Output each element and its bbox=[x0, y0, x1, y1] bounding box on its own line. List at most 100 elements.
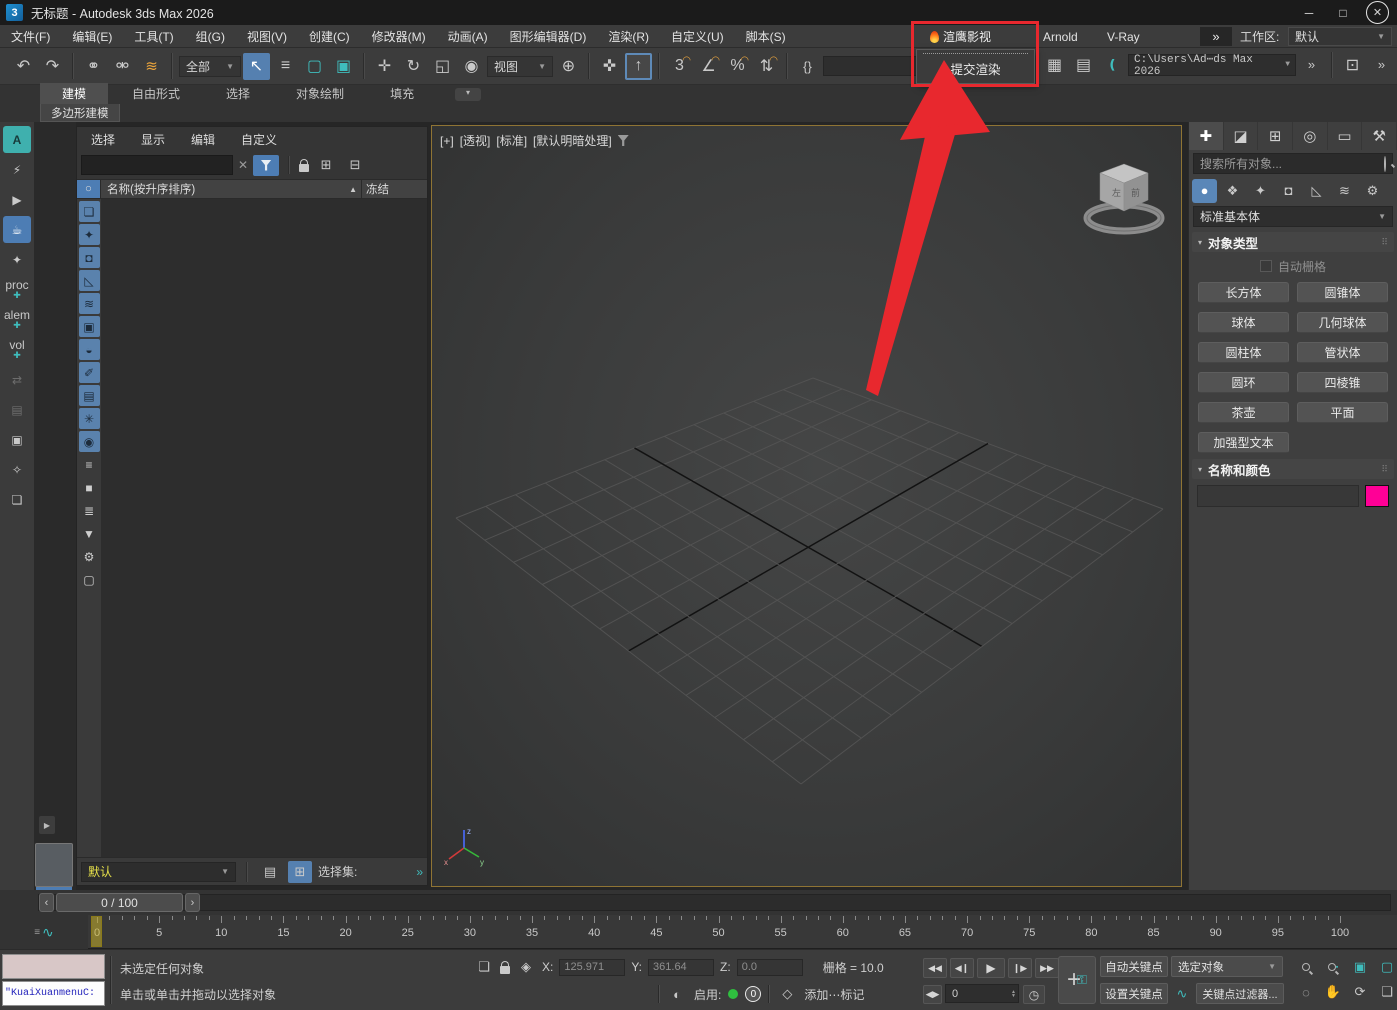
create-tab[interactable]: ✚ bbox=[1189, 122, 1224, 150]
collapse-tree-icon[interactable]: ⊟ bbox=[343, 154, 367, 176]
adaptive-zero-button[interactable]: 0 bbox=[745, 986, 761, 1002]
view-detail-icon[interactable]: ≣ bbox=[79, 500, 100, 521]
menu-item[interactable]: 修改器(M) bbox=[361, 25, 437, 48]
object-type-button[interactable]: 茶壶 bbox=[1198, 402, 1289, 423]
menu-overflow-button[interactable]: » bbox=[1200, 27, 1232, 46]
next-key-icon[interactable]: ❙▶ bbox=[1008, 958, 1032, 978]
utilities-tab[interactable]: ⚒ bbox=[1362, 122, 1397, 150]
object-type-button[interactable]: 管状体 bbox=[1297, 342, 1388, 363]
display-spacewarps-icon[interactable]: ≋ bbox=[79, 293, 100, 314]
time-configuration-icon[interactable]: ◷ bbox=[1023, 985, 1045, 1004]
zoom-extents-all-icon[interactable]: ▢ bbox=[1374, 955, 1397, 979]
percent-snap-icon[interactable]: %◠ bbox=[724, 53, 751, 80]
y-coordinate-field[interactable]: 361.64 bbox=[648, 959, 714, 976]
degradation-shield-icon[interactable]: ◐ bbox=[667, 985, 687, 1003]
selection-filter-dropdown[interactable]: 全部▼ bbox=[179, 56, 241, 77]
bind-spacewarp-icon[interactable]: ≋ bbox=[138, 53, 165, 80]
timeline-ruler[interactable]: 0510152025303540455055606570758085909510… bbox=[0, 915, 1397, 949]
layer-explorer-icon[interactable]: ▤ bbox=[1070, 51, 1097, 78]
menu-item[interactable]: 文件(F) bbox=[0, 25, 61, 48]
previous-key-icon[interactable]: ◀❙ bbox=[950, 958, 974, 978]
go-to-end-icon[interactable]: ▶▶ bbox=[1035, 958, 1059, 978]
viewport-menu-pov[interactable]: [透视] bbox=[460, 132, 491, 149]
viewport-menu-shading[interactable]: [默认明暗处理] bbox=[533, 132, 612, 149]
display-gizmos-icon[interactable]: ✳ bbox=[79, 408, 100, 429]
menu-item[interactable]: 组(G) bbox=[185, 25, 236, 48]
primitive-category-dropdown[interactable]: 标准基本体▼ bbox=[1193, 206, 1393, 227]
ribbon-tab[interactable]: 对象绘制 bbox=[274, 83, 366, 104]
select-by-name-icon[interactable]: ≡ bbox=[272, 53, 299, 80]
search-all-objects-input[interactable]: 搜索所有对象... bbox=[1193, 153, 1393, 174]
menu-item[interactable]: 编辑(E) bbox=[61, 25, 123, 48]
view-cube[interactable]: 左 前 bbox=[1079, 154, 1169, 242]
current-frame-marker[interactable] bbox=[91, 916, 102, 947]
spinner-icon[interactable]: ▲▼ bbox=[1011, 990, 1018, 998]
hierarchy-view-icon[interactable]: ⊞ bbox=[288, 861, 312, 883]
display-visibility-icon[interactable]: ◉ bbox=[79, 431, 100, 452]
maxscript-mini-listener[interactable]: "KuaiXuanmenuC: bbox=[2, 954, 105, 1007]
expand-panel-button[interactable]: ▶ bbox=[39, 816, 55, 834]
lights-category-icon[interactable]: ✦ bbox=[1248, 179, 1273, 203]
frozen-column-header[interactable]: 冻结 bbox=[361, 180, 427, 198]
explorer-list[interactable]: ❏✦◘◺≋▣◒✐▤✳◉≡■≣▼⚙▢ bbox=[77, 199, 427, 857]
isolate-selection-icon[interactable]: ❏ bbox=[474, 958, 494, 976]
select-place-icon[interactable]: ◉ bbox=[458, 53, 485, 80]
volume-create-icon[interactable]: vol✚ bbox=[3, 336, 31, 363]
explorer-menu-item[interactable]: 编辑 bbox=[191, 131, 215, 148]
object-type-button[interactable]: 圆锥体 bbox=[1297, 282, 1388, 303]
clear-search-icon[interactable]: ✕ bbox=[238, 158, 248, 172]
view-thumbnail-icon[interactable]: ■ bbox=[79, 477, 100, 498]
listener-script-row[interactable]: "KuaiXuanmenuC: bbox=[2, 981, 105, 1006]
mini-curve-icon[interactable]: ∿ bbox=[42, 924, 54, 941]
motion-tab[interactable]: ◎ bbox=[1293, 122, 1328, 150]
object-color-swatch[interactable] bbox=[1365, 485, 1389, 507]
autosave-icon[interactable]: ⊡ bbox=[1339, 51, 1366, 78]
explorer-menu-item[interactable]: 显示 bbox=[141, 131, 165, 148]
ribbon-tab[interactable]: 选择 bbox=[204, 83, 272, 104]
node-graph-icon[interactable]: ❏ bbox=[3, 486, 31, 513]
modify-tab[interactable]: ◪ bbox=[1224, 122, 1259, 150]
menu-item-renying[interactable]: 渲鹰影视 bbox=[922, 25, 999, 48]
render-teapot-icon[interactable]: ☕ bbox=[3, 216, 31, 243]
zoom-all-icon[interactable]: ▪ bbox=[1320, 955, 1346, 979]
scene-explorer-toggle-icon[interactable]: ▦ bbox=[1041, 51, 1068, 78]
key-mode-toggle-icon[interactable]: ◀▶ bbox=[923, 985, 942, 1004]
menu-item-vray[interactable]: V-Ray bbox=[1096, 25, 1151, 48]
render-frames-icon[interactable]: ▣ bbox=[3, 426, 31, 453]
display-lights-icon[interactable]: ✦ bbox=[79, 224, 100, 245]
viewport-menu-standard[interactable]: [标准] bbox=[496, 132, 527, 149]
key-filters-button[interactable]: 关键点过滤器... bbox=[1196, 983, 1284, 1004]
hierarchy-tab[interactable]: ⊞ bbox=[1258, 122, 1293, 150]
set-keys-button[interactable]: +⚿ bbox=[1058, 956, 1096, 1004]
menu-item[interactable]: 脚本(S) bbox=[735, 25, 797, 48]
explorer-menu-item[interactable]: 选择 bbox=[91, 131, 115, 148]
geometry-category-icon[interactable]: ● bbox=[1192, 179, 1217, 203]
time-tag-cube-icon[interactable]: ◇ bbox=[777, 985, 797, 1003]
select-manipulate-icon[interactable]: ✜ bbox=[596, 53, 623, 80]
zoom-region-icon[interactable]: ◌ bbox=[1293, 980, 1319, 1004]
orbit-icon[interactable]: ⟳ bbox=[1347, 980, 1373, 1004]
object-type-button[interactable]: 几何球体 bbox=[1297, 312, 1388, 333]
object-type-button[interactable]: 加强型文本 bbox=[1198, 432, 1289, 453]
toolbar-overflow2-icon[interactable]: » bbox=[1368, 51, 1395, 78]
menu-item[interactable]: 视图(V) bbox=[236, 25, 298, 48]
script-play-icon[interactable]: ▶ bbox=[3, 186, 31, 213]
ribbon-tab[interactable]: 建模 bbox=[40, 83, 108, 104]
search-filter-button[interactable] bbox=[253, 155, 279, 176]
select-link-icon[interactable]: ⚭ bbox=[80, 53, 107, 80]
menu-item[interactable]: 工具(T) bbox=[123, 25, 184, 48]
ribbon-toggle-icon[interactable]: ❪ bbox=[1099, 51, 1126, 78]
zoom-icon[interactable] bbox=[1293, 955, 1319, 979]
render-list-icon[interactable]: ▤ bbox=[3, 396, 31, 423]
object-type-button[interactable]: 圆柱体 bbox=[1198, 342, 1289, 363]
unlink-icon[interactable]: ⚮ bbox=[109, 53, 136, 80]
toolbar-overflow-icon[interactable]: » bbox=[1298, 51, 1325, 78]
display-bones-icon[interactable]: ✐ bbox=[79, 362, 100, 383]
explorer-search-input[interactable] bbox=[81, 155, 233, 175]
menu-item-arnold[interactable]: Arnold bbox=[1032, 25, 1089, 48]
absolute-mode-icon[interactable]: ◈ bbox=[516, 958, 536, 976]
workspace-dropdown[interactable]: 默认▼ bbox=[1288, 27, 1392, 46]
expand-tree-icon[interactable]: ⊞ bbox=[314, 154, 338, 176]
selection-lock-icon[interactable] bbox=[500, 966, 510, 974]
pan-view-icon[interactable]: ✋ bbox=[1320, 980, 1346, 1004]
